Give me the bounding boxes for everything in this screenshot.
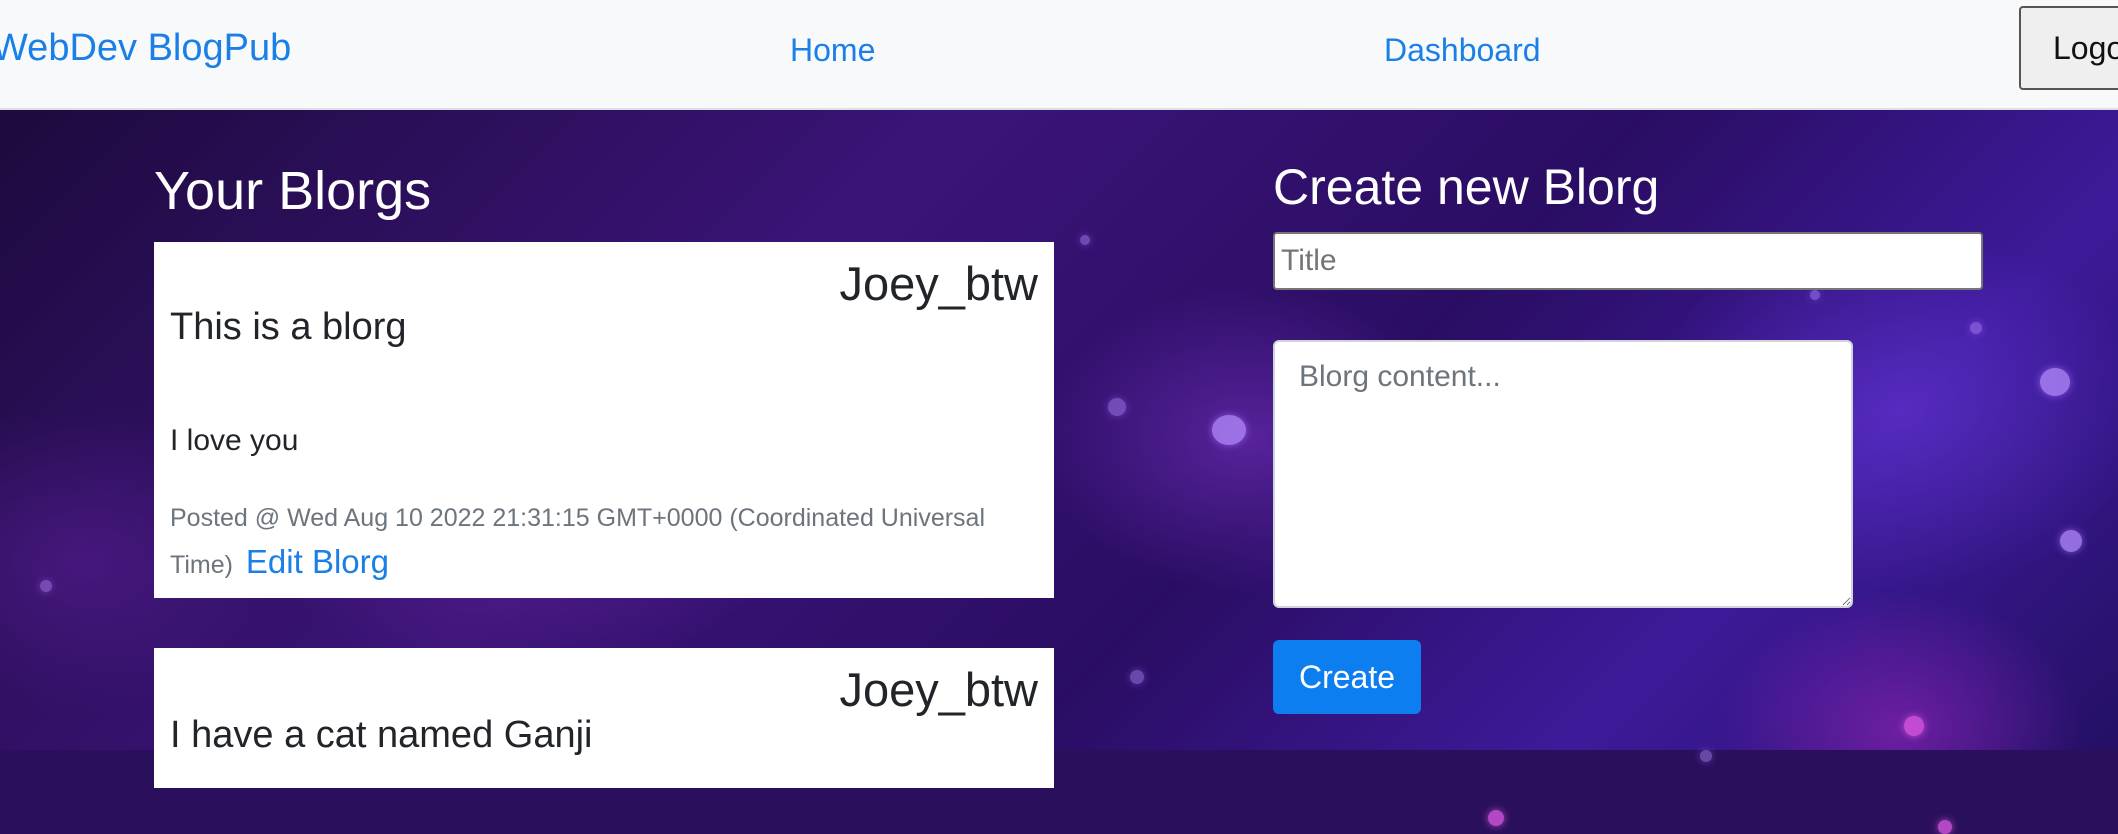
top-navbar: WebDev BlogPub Home Dashboard Logout: [0, 0, 2118, 110]
blorg-content-textarea[interactable]: [1273, 340, 1853, 608]
blog-content: I love you: [170, 424, 299, 457]
title-input[interactable]: [1273, 232, 1983, 290]
logout-button[interactable]: Logout: [2019, 6, 2118, 90]
your-blorgs-heading: Your Blorgs: [154, 161, 432, 221]
blog-title: This is a blorg: [170, 306, 407, 348]
edit-blorg-link[interactable]: Edit Blorg: [246, 543, 389, 580]
nav-home-link[interactable]: Home: [790, 32, 875, 69]
blog-author: Joey_btw: [839, 663, 1038, 716]
nav-dashboard-link[interactable]: Dashboard: [1384, 32, 1541, 69]
blog-title: I have a cat named Ganji: [170, 714, 593, 756]
blog-card: Joey_btw This is a blorg I love you Post…: [154, 242, 1054, 598]
blog-card: Joey_btw I have a cat named Ganji: [154, 648, 1054, 788]
blog-author: Joey_btw: [839, 257, 1038, 310]
create-button[interactable]: Create: [1273, 640, 1421, 714]
brand-link[interactable]: WebDev BlogPub: [0, 27, 291, 70]
blog-timestamp-row: Posted @ Wed Aug 10 2022 21:31:15 GMT+00…: [170, 496, 1040, 587]
create-blorg-heading: Create new Blorg: [1273, 159, 1660, 215]
